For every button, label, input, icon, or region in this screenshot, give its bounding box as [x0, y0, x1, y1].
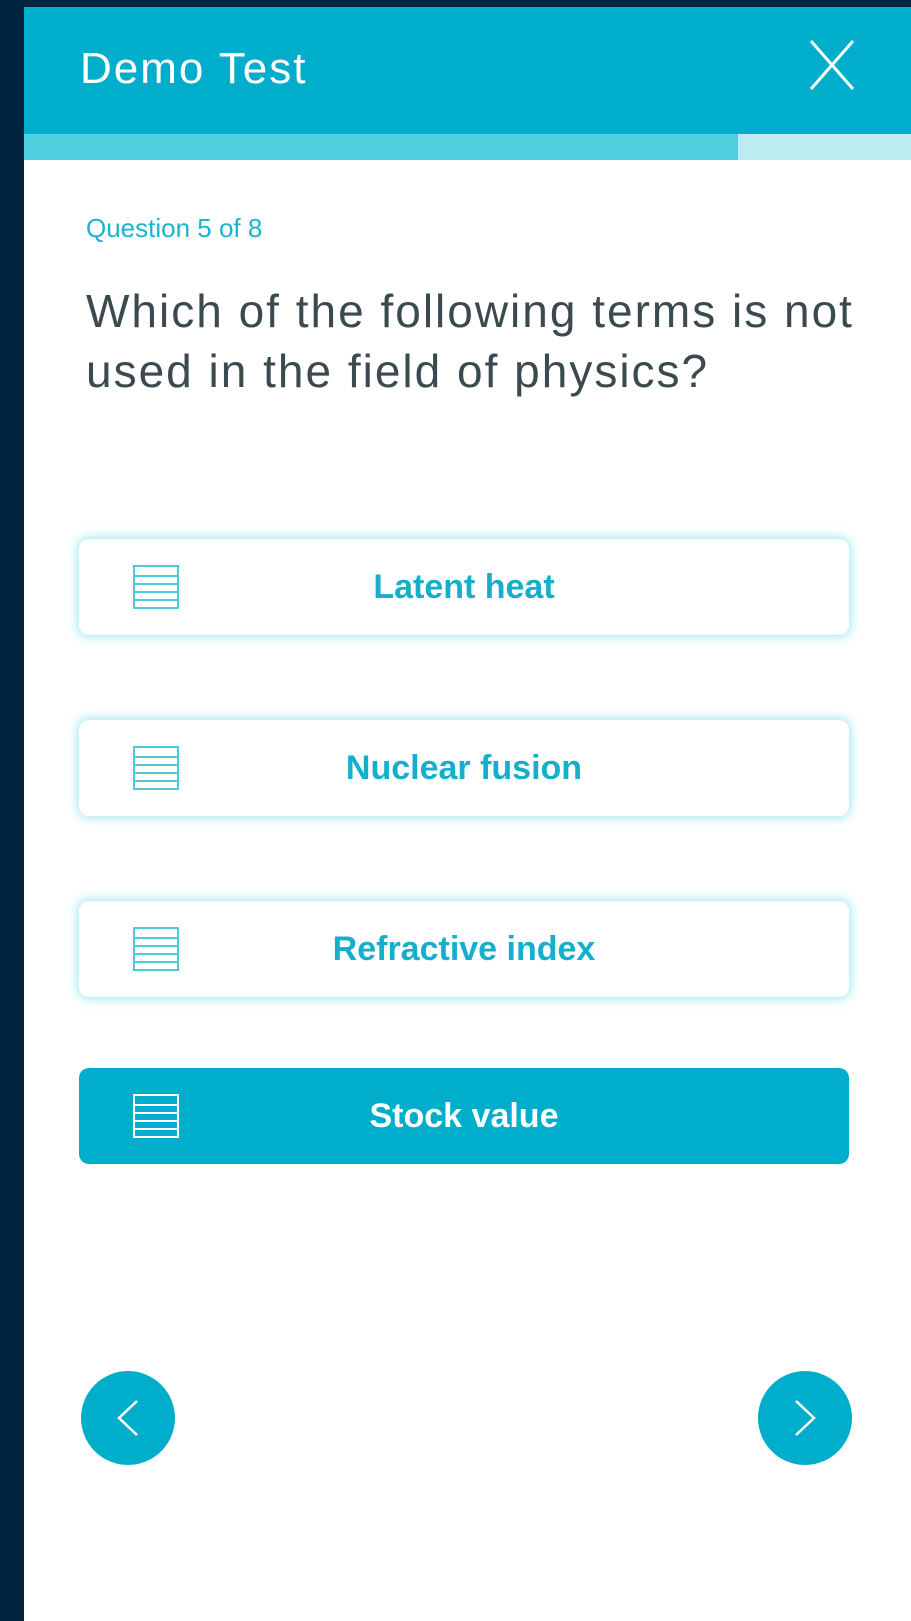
- page-title: Demo Test: [80, 44, 308, 93]
- answer-option-refractive-index[interactable]: Refractive index: [79, 901, 849, 997]
- chevron-right-icon: [795, 1400, 816, 1436]
- previous-question-button[interactable]: [81, 1371, 175, 1465]
- answer-option-stock-value[interactable]: Stock value: [79, 1068, 849, 1164]
- progress-bar-fill: [24, 134, 739, 160]
- next-question-button[interactable]: [758, 1371, 852, 1465]
- answer-option-latent-heat[interactable]: Latent heat: [79, 539, 849, 635]
- document-lines-icon: [133, 927, 179, 971]
- answer-option-label: Stock value: [369, 1097, 559, 1135]
- document-lines-icon: [133, 1094, 179, 1138]
- document-lines-icon: [133, 746, 179, 790]
- answer-option-label: Nuclear fusion: [345, 749, 583, 787]
- test-screen: Demo Test Question 5 of 8 Which of the f…: [24, 7, 911, 1621]
- close-icon: [809, 40, 855, 90]
- close-button[interactable]: [808, 37, 856, 93]
- progress-bar: [24, 134, 911, 160]
- answer-option-label: Refractive index: [332, 930, 596, 968]
- question-counter: Question 5 of 8: [86, 213, 263, 243]
- question-text: Which of the following terms is not used…: [86, 285, 854, 397]
- answer-option-label: Latent heat: [373, 568, 555, 606]
- header-bar: Demo Test: [24, 7, 911, 134]
- document-lines-icon: [133, 565, 179, 609]
- answer-option-nuclear-fusion[interactable]: Nuclear fusion: [79, 720, 849, 816]
- chevron-left-icon: [117, 1400, 138, 1436]
